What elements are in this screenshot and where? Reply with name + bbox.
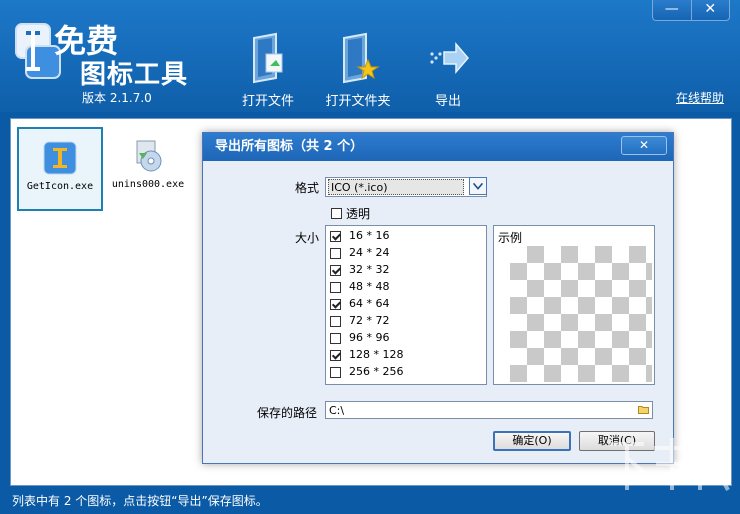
open-folder-icon <box>343 32 380 84</box>
open-file-icon <box>253 32 283 84</box>
open-folder-label: 打开文件夹 <box>325 94 391 109</box>
size-checkbox[interactable] <box>330 315 341 327</box>
size-checkbox[interactable] <box>330 298 341 310</box>
file-item-geticon[interactable]: GetIcon.exe <box>17 127 103 211</box>
ok-button[interactable]: 确定(O) <box>493 431 571 451</box>
size-item[interactable]: 24 * 24 <box>330 245 390 261</box>
transparency-checkerboard <box>510 246 652 382</box>
save-path-label: 保存的路径 <box>257 406 318 420</box>
site-watermark-logo <box>610 438 730 491</box>
export-button[interactable]: 导出 <box>410 32 486 109</box>
size-label-text: 32 * 32 <box>349 263 390 276</box>
size-item[interactable]: 32 * 32 <box>330 262 390 278</box>
folder-browse-icon[interactable] <box>638 405 649 414</box>
size-label-text: 128 * 128 <box>349 348 404 361</box>
size-label-text: 24 * 24 <box>349 246 390 259</box>
transparent-label: 透明 <box>346 207 371 221</box>
version-label: 版本 2.1.7.0 <box>82 91 152 105</box>
size-label-text: 96 * 96 <box>349 331 390 344</box>
preview-panel: 示例 <box>493 225 655 385</box>
transparent-checkbox[interactable]: 透明 <box>331 205 370 222</box>
size-checkbox[interactable] <box>330 247 341 259</box>
size-checkbox[interactable] <box>330 349 341 361</box>
size-list: 16 * 16 24 * 24 32 * 32 48 * 48 64 * 64 … <box>325 225 487 385</box>
close-window-button[interactable]: ✕ <box>692 0 730 20</box>
open-file-label: 打开文件 <box>241 94 294 109</box>
header-bar: 免费 图标工具 版本 2.1.7.0 打开文件 打开文件夹 导出 — ✕ 在线帮… <box>0 0 740 112</box>
format-value: ICO (*.ico) <box>328 179 464 195</box>
size-label-text: 48 * 48 <box>349 280 390 293</box>
size-item[interactable]: 256 * 256 <box>330 364 403 380</box>
chevron-down-icon[interactable] <box>469 177 487 195</box>
open-folder-button[interactable]: 打开文件夹 <box>320 32 396 109</box>
size-item[interactable]: 96 * 96 <box>330 330 390 346</box>
size-checkbox[interactable] <box>330 230 341 242</box>
preview-label: 示例 <box>498 231 523 245</box>
file-item-unins000[interactable]: unins000.exe <box>107 127 189 207</box>
size-checkbox[interactable] <box>330 264 341 276</box>
save-path-value: C:\ <box>329 404 345 417</box>
online-help-link[interactable]: 在线帮助 <box>676 89 724 106</box>
minimize-button[interactable]: — <box>653 0 692 20</box>
geticon-app-icon <box>43 141 77 175</box>
size-item[interactable]: 128 * 128 <box>330 347 403 363</box>
open-file-button[interactable]: 打开文件 <box>230 32 306 109</box>
save-path-field[interactable]: C:\ <box>325 401 653 419</box>
unins000-app-icon <box>136 140 162 172</box>
size-checkbox[interactable] <box>330 332 341 344</box>
size-checkbox[interactable] <box>330 281 341 293</box>
file-name: unins000.exe <box>111 179 185 190</box>
dialog-title: 导出所有图标（共 2 个） <box>203 133 673 161</box>
size-label: 大小 <box>295 231 320 245</box>
size-checkbox[interactable] <box>330 366 341 378</box>
app-logo-title: 图标工具 <box>80 60 189 90</box>
file-name: GetIcon.exe <box>26 181 94 192</box>
size-label-text: 256 * 256 <box>349 365 404 378</box>
size-item[interactable]: 64 * 64 <box>330 296 390 312</box>
size-item[interactable]: 48 * 48 <box>330 279 390 295</box>
format-select[interactable]: ICO (*.ico) <box>325 177 487 197</box>
export-arrow-icon <box>430 41 469 75</box>
size-label-text: 72 * 72 <box>349 314 390 327</box>
export-dialog: 导出所有图标（共 2 个） ✕ 格式 ICO (*.ico) 透明 大小 16 … <box>202 132 674 464</box>
transparent-checkbox-box[interactable] <box>331 208 342 219</box>
dialog-close-button[interactable]: ✕ <box>621 136 667 155</box>
window-controls: — ✕ <box>652 0 730 21</box>
size-label-text: 64 * 64 <box>349 297 390 310</box>
size-item[interactable]: 72 * 72 <box>330 313 390 329</box>
export-label: 导出 <box>434 94 461 109</box>
size-item[interactable]: 16 * 16 <box>330 228 390 244</box>
format-label: 格式 <box>295 181 320 195</box>
size-label-text: 16 * 16 <box>349 229 390 242</box>
